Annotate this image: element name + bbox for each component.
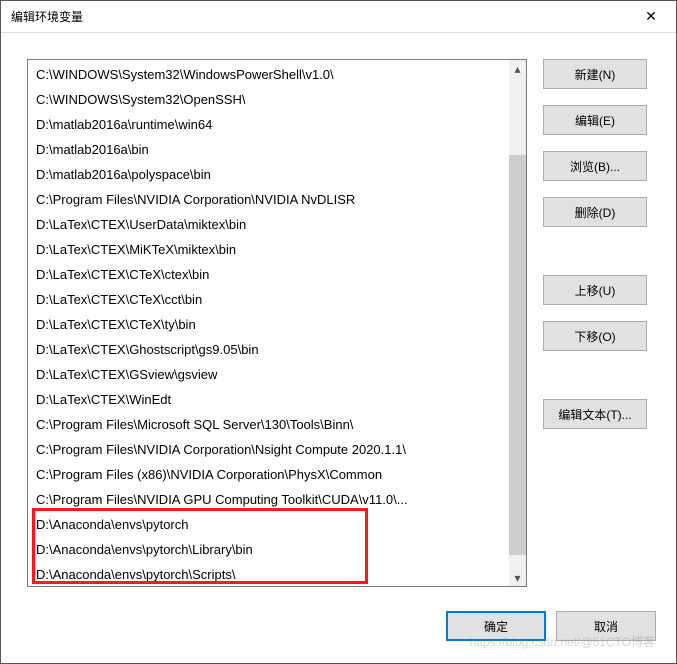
scroll-down-icon[interactable]: ▾ <box>509 569 526 586</box>
move-up-button[interactable]: 上移(U) <box>543 275 647 305</box>
list-item[interactable]: C:\Program Files\NVIDIA Corporation\NVID… <box>28 187 509 212</box>
titlebar: 编辑环境变量 ✕ <box>1 1 676 33</box>
list-item[interactable]: D:\LaTex\CTEX\Ghostscript\gs9.05\bin <box>28 337 509 362</box>
edit-text-button[interactable]: 编辑文本(T)... <box>543 399 647 429</box>
list-item[interactable]: D:\LaTex\CTEX\CTeX\ctex\bin <box>28 262 509 287</box>
list-item[interactable]: C:\Program Files (x86)\NVIDIA Corporatio… <box>28 462 509 487</box>
list-item[interactable]: D:\LaTex\CTEX\CTeX\ty\bin <box>28 312 509 337</box>
list-item[interactable]: D:\LaTex\CTEX\MiKTeX\miktex\bin <box>28 237 509 262</box>
dialog-title: 编辑环境变量 <box>11 8 628 25</box>
new-button[interactable]: 新建(N) <box>543 59 647 89</box>
list-item[interactable]: D:\LaTex\CTEX\CTeX\cct\bin <box>28 287 509 312</box>
list-item[interactable]: D:\LaTex\CTEX\GSview\gsview <box>28 362 509 387</box>
browse-button[interactable]: 浏览(B)... <box>543 151 647 181</box>
footer: 确定 取消 <box>1 605 676 663</box>
scroll-thumb[interactable] <box>509 155 526 555</box>
content-area: C:\WINDOWS\System32\WindowsPowerShell\v1… <box>1 33 676 605</box>
edit-button[interactable]: 编辑(E) <box>543 105 647 135</box>
ok-button[interactable]: 确定 <box>446 611 546 641</box>
list-item[interactable]: C:\WINDOWS\System32\WindowsPowerShell\v1… <box>28 62 509 87</box>
move-down-button[interactable]: 下移(O) <box>543 321 647 351</box>
scroll-up-icon[interactable]: ▴ <box>509 60 526 77</box>
env-var-edit-dialog: 编辑环境变量 ✕ C:\WINDOWS\System32\WindowsPowe… <box>0 0 677 664</box>
list-item[interactable]: D:\matlab2016a\bin <box>28 137 509 162</box>
list-item[interactable]: C:\Program Files\Microsoft SQL Server\13… <box>28 412 509 437</box>
close-icon[interactable]: ✕ <box>628 2 674 32</box>
cancel-button[interactable]: 取消 <box>556 611 656 641</box>
path-list: C:\WINDOWS\System32\WindowsPowerShell\v1… <box>28 60 509 586</box>
list-item[interactable]: D:\LaTex\CTEX\UserData\miktex\bin <box>28 212 509 237</box>
list-item[interactable]: D:\Anaconda\envs\pytorch\Library\bin <box>28 537 509 562</box>
path-listbox[interactable]: C:\WINDOWS\System32\WindowsPowerShell\v1… <box>27 59 527 587</box>
list-item[interactable]: D:\LaTex\CTEX\WinEdt <box>28 387 509 412</box>
delete-button[interactable]: 删除(D) <box>543 197 647 227</box>
list-item[interactable]: C:\WINDOWS\System32\OpenSSH\ <box>28 87 509 112</box>
list-item[interactable]: C:\Program Files\NVIDIA Corporation\Nsig… <box>28 437 509 462</box>
list-item[interactable]: D:\matlab2016a\runtime\win64 <box>28 112 509 137</box>
list-item[interactable]: D:\matlab2016a\polyspace\bin <box>28 162 509 187</box>
button-column: 新建(N) 编辑(E) 浏览(B)... 删除(D) 上移(U) 下移(O) 编… <box>543 59 647 595</box>
list-item[interactable]: C:\Program Files\NVIDIA GPU Computing To… <box>28 487 509 512</box>
scrollbar[interactable]: ▴ ▾ <box>509 60 526 586</box>
list-item[interactable]: D:\Anaconda\envs\pytorch <box>28 512 509 537</box>
list-item[interactable]: D:\Anaconda\envs\pytorch\Scripts\ <box>28 562 509 586</box>
